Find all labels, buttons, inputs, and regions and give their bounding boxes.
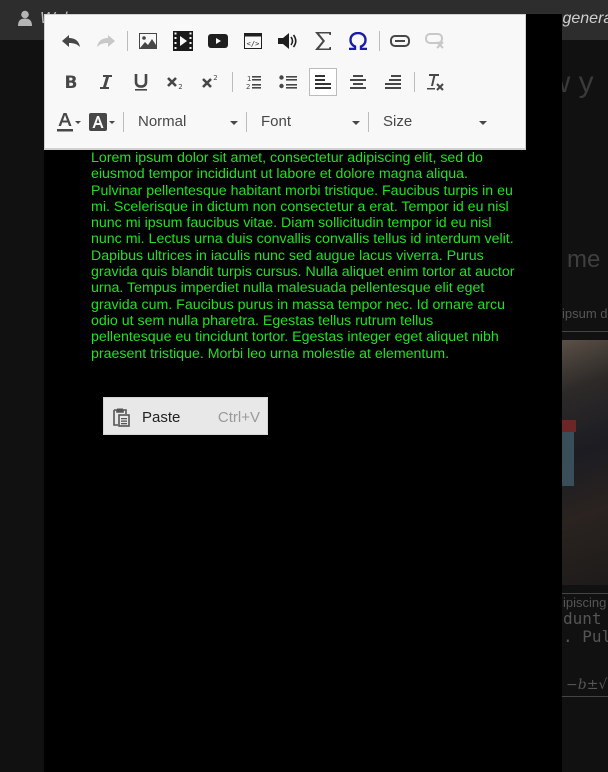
embed-icon: </> [244,33,262,49]
text-color-icon [57,113,73,132]
remove-format-icon [427,74,444,91]
background-photo [562,340,608,585]
background-lorem: ipsum d [562,306,608,321]
editor-toolbar: </> B 2 2 1 2 Normal Font Size [44,14,526,150]
paste-shortcut: Ctrl+V [217,409,260,426]
audio-icon [278,33,297,49]
italic-button[interactable] [92,68,120,96]
bold-button[interactable]: B [57,68,85,96]
toolbar-separator [379,31,380,51]
sigma-icon [315,32,331,50]
chevron-down-icon [109,120,115,124]
link-icon [390,35,410,47]
toolbar-row-format: B 2 2 12 [57,68,456,96]
background-formula: −b±√ [566,677,608,693]
align-center-button[interactable] [344,68,372,96]
subscript-icon: 2 [167,77,183,90]
svg-text:2: 2 [178,83,182,90]
superscript-button[interactable]: 2 [197,68,225,96]
svg-text:2: 2 [246,83,250,90]
align-center-icon [350,75,366,89]
format-select-value: Normal [138,113,187,130]
special-character-button[interactable] [344,27,372,55]
superscript-icon: 2 [202,74,218,88]
unlink-button[interactable] [421,27,449,55]
background-text: dunt [563,609,602,628]
background-text: ipiscing [563,595,607,610]
youtube-icon [208,34,228,48]
font-select[interactable]: Font [253,108,368,136]
text-color-button[interactable] [57,108,81,136]
youtube-button[interactable] [204,27,232,55]
italic-icon [100,75,112,89]
photo-redbar [562,420,576,432]
size-select[interactable]: Size [375,108,495,136]
math-button[interactable] [309,27,337,55]
undo-icon [62,35,80,47]
bulleted-list-icon [279,75,297,89]
bulleted-list-button[interactable] [274,68,302,96]
toolbar-separator [368,112,369,132]
bold-icon: B [65,74,78,90]
align-left-icon [315,75,331,89]
toolbar-separator [232,72,233,92]
toolbar-separator [246,112,247,132]
align-left-button[interactable] [309,68,337,96]
background-color-icon [89,113,107,131]
font-select-value: Font [261,113,292,130]
context-menu-item-paste[interactable]: Paste Ctrl+V [103,397,268,435]
image-button[interactable] [134,27,162,55]
toolbar-separator [127,31,128,51]
redo-icon [97,35,115,47]
background-color-button[interactable] [89,108,115,136]
divider [562,593,608,594]
chevron-down-icon [352,121,360,125]
embed-button[interactable]: </> [239,27,267,55]
align-right-button[interactable] [379,68,407,96]
underline-icon [134,74,148,91]
background-subheading: me [567,246,601,273]
svg-text:B: B [65,74,78,90]
toolbar-separator [123,112,124,132]
divider [562,331,608,332]
video-icon [173,31,193,51]
subscript-button[interactable]: 2 [162,68,190,96]
svg-text:1: 1 [247,75,251,83]
background-text: . Pulv [563,627,608,646]
paste-icon [111,407,131,432]
remove-format-button[interactable] [421,68,449,96]
video-button[interactable] [169,27,197,55]
size-select-value: Size [383,113,413,130]
toolbar-row-style: Normal Font Size [57,108,495,136]
underline-button[interactable] [127,68,155,96]
chevron-down-icon [479,121,487,125]
chevron-down-icon [75,120,81,124]
editor-content[interactable]: Lorem ipsum dolor sit amet, consectetur … [91,150,516,362]
paste-label: Paste [142,409,181,426]
omega-icon [349,32,367,50]
numbered-list-icon: 12 [246,75,261,90]
format-select[interactable]: Normal [130,108,246,136]
user-icon [18,10,32,26]
align-right-icon [385,75,401,89]
toolbar-row-insert: </> [57,27,456,55]
toolbar-separator [414,72,415,92]
link-button[interactable] [386,27,414,55]
divider [562,696,608,697]
svg-text:2: 2 [213,74,217,82]
undo-button[interactable] [57,27,85,55]
audio-button[interactable] [274,27,302,55]
image-icon [139,33,157,49]
numbered-list-button[interactable]: 12 [239,68,267,96]
unlink-icon [425,33,444,49]
svg-text:</>: </> [247,40,260,48]
redo-button[interactable] [92,27,120,55]
chevron-down-icon [230,121,238,125]
